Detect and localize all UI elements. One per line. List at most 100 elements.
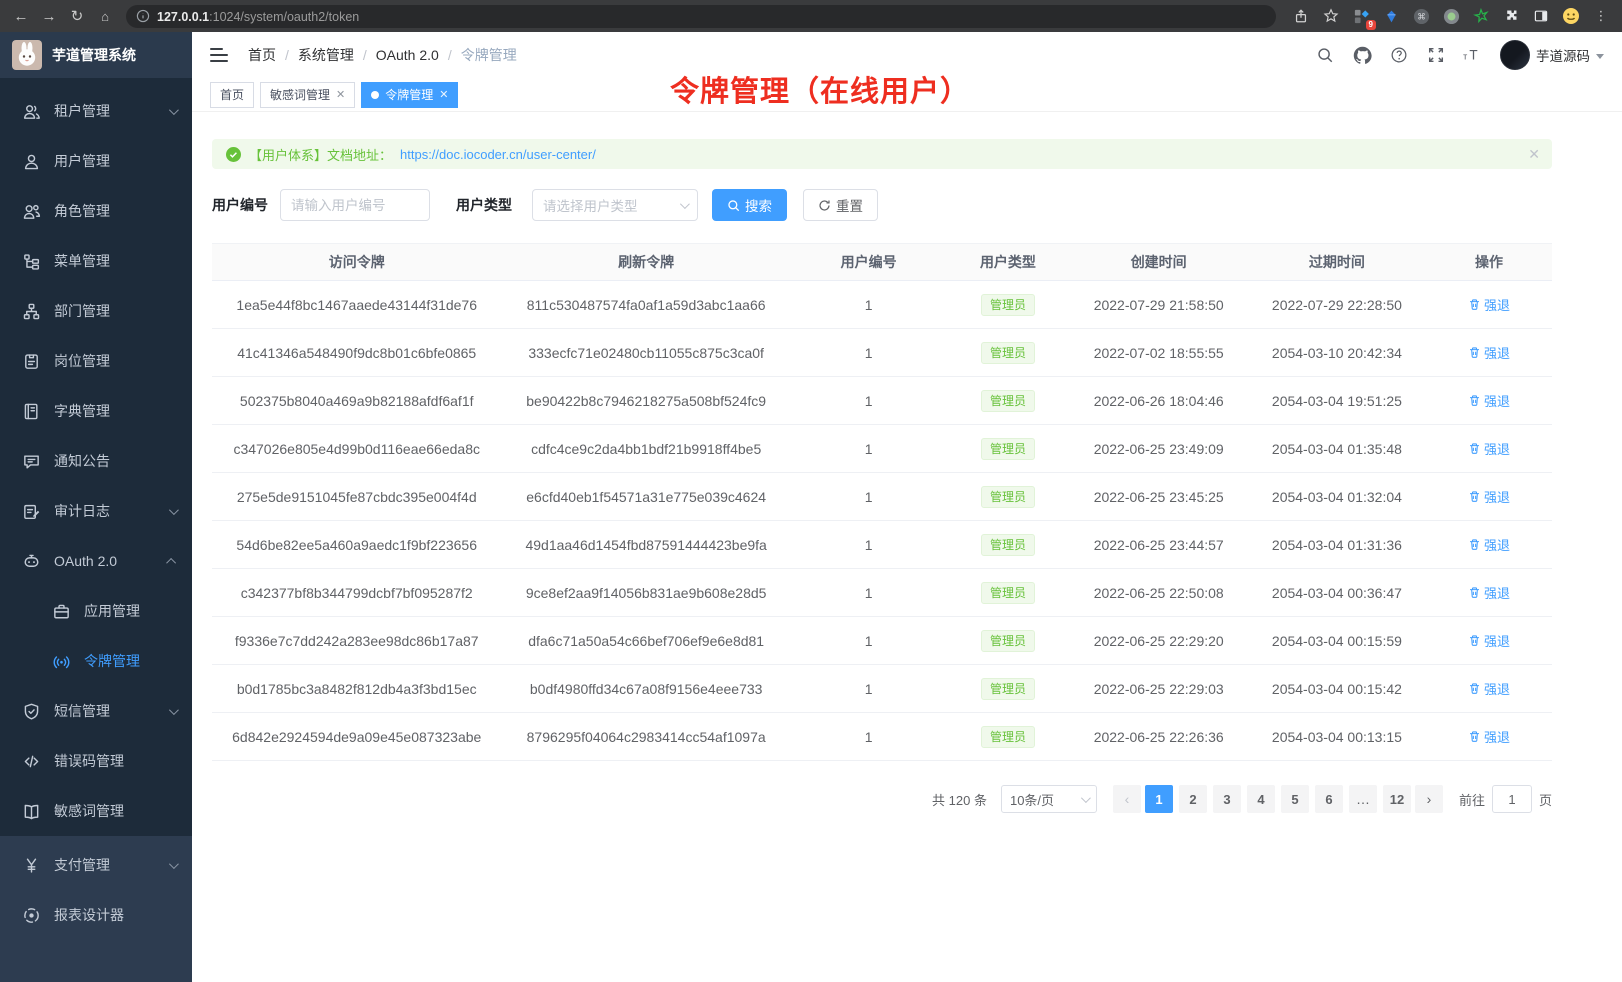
page-button-5[interactable]: 5 — [1281, 785, 1309, 813]
breadcrumb-oauth[interactable]: OAuth 2.0 — [376, 47, 439, 63]
tab-token-management[interactable]: 令牌管理✕ — [361, 82, 458, 108]
sidebar-item-错误码管理[interactable]: 错误码管理 — [0, 736, 192, 786]
sidebar-item-部门管理[interactable]: 部门管理 — [0, 286, 192, 336]
sidebar-item-应用管理[interactable]: 应用管理 — [0, 586, 192, 636]
collapse-sidebar-icon[interactable] — [210, 48, 228, 62]
logo-rabbit-icon — [12, 40, 42, 70]
fullscreen-icon[interactable] — [1426, 45, 1446, 65]
pay-yen-icon — [22, 856, 41, 875]
col-refresh-token: 刷新令牌 — [501, 244, 790, 281]
oauth-robot-icon — [22, 552, 41, 571]
sidebar-item-菜单管理[interactable]: 菜单管理 — [0, 236, 192, 286]
sidebar-item-用户管理[interactable]: 用户管理 — [0, 136, 192, 186]
page-button-2[interactable]: 2 — [1179, 785, 1207, 813]
search-icon[interactable] — [1315, 45, 1335, 65]
font-size-icon[interactable]: тT — [1463, 45, 1483, 65]
site-info-icon[interactable] — [136, 9, 150, 23]
force-logout-button[interactable]: 强退 — [1468, 583, 1510, 602]
app-logo[interactable]: 芋道管理系统 — [0, 32, 192, 78]
help-icon[interactable] — [1389, 45, 1409, 65]
sidebar-item-敏感词管理[interactable]: 敏感词管理 — [0, 786, 192, 836]
alert-close-icon[interactable]: ✕ — [1528, 146, 1540, 163]
record-extension-icon[interactable] — [1438, 4, 1464, 28]
force-logout-button[interactable]: 强退 — [1468, 535, 1510, 554]
svg-text:т: т — [1463, 52, 1467, 62]
table-row: 1ea5e44f8bc1467aaede43144f31de76 811c530… — [212, 281, 1552, 329]
page-button-12[interactable]: 12 — [1383, 785, 1411, 813]
browser-back-icon[interactable]: ← — [8, 4, 34, 28]
user-menu[interactable]: 芋道源码 — [1500, 40, 1604, 70]
reset-button[interactable]: 重置 — [803, 189, 878, 221]
address-bar[interactable]: 127.0.0.1:1024/system/oauth2/token — [126, 5, 1276, 28]
breadcrumb-home[interactable]: 首页 — [248, 45, 276, 65]
page-ellipsis-button[interactable]: … — [1349, 785, 1377, 813]
next-page-button[interactable]: › — [1415, 785, 1443, 813]
page-button-6[interactable]: 6 — [1315, 785, 1343, 813]
tab-home[interactable]: 首页 — [210, 82, 254, 108]
username: 芋道源码 — [1536, 45, 1590, 65]
browser-reload-icon[interactable]: ↻ — [64, 4, 90, 28]
force-logout-button[interactable]: 强退 — [1468, 391, 1510, 410]
gem-extension-icon[interactable] — [1378, 4, 1404, 28]
puzzle-extensions-icon[interactable] — [1498, 4, 1524, 28]
sidebar-item-报表设计器[interactable]: 报表设计器 — [0, 890, 192, 940]
profile-avatar-icon[interactable] — [1558, 4, 1584, 28]
page-button-1[interactable]: 1 — [1145, 785, 1173, 813]
doc-link[interactable]: https://doc.iocoder.cn/user-center/ — [400, 147, 596, 162]
trash-icon — [1468, 586, 1481, 599]
browser-forward-icon[interactable]: → — [36, 4, 62, 28]
svg-text:T: T — [1469, 48, 1477, 63]
access-token-value: 275e5de9151045fe87cbdc395e004f4d — [237, 489, 477, 505]
refresh-token-value: 9ce8ef2aa9f14056b831ae9b608e28d5 — [526, 585, 767, 601]
search-button[interactable]: 搜索 — [712, 189, 787, 221]
sidebar-item-短信管理[interactable]: 短信管理 — [0, 686, 192, 736]
share-icon[interactable] — [1288, 4, 1314, 28]
force-logout-button[interactable]: 强退 — [1468, 631, 1510, 650]
tab-sensitive-words[interactable]: 敏感词管理✕ — [260, 82, 355, 108]
force-logout-button[interactable]: 强退 — [1468, 679, 1510, 698]
user-id-input[interactable] — [280, 189, 430, 221]
expire-time-value: 2054-03-04 19:51:25 — [1272, 393, 1402, 409]
browser-menu-icon[interactable]: ⋮ — [1588, 4, 1614, 28]
page-button-4[interactable]: 4 — [1247, 785, 1275, 813]
prev-page-button[interactable]: ‹ — [1113, 785, 1141, 813]
sidebar-item-令牌管理[interactable]: 令牌管理 — [0, 636, 192, 686]
sidebar-item-label: 租户管理 — [54, 101, 110, 121]
org-chart-icon — [22, 302, 41, 321]
force-logout-button[interactable]: 强退 — [1468, 727, 1510, 746]
sidebar-item-label: 报表设计器 — [54, 905, 124, 925]
force-logout-button[interactable]: 强退 — [1468, 487, 1510, 506]
page-size-select[interactable]: 10条/页 — [1001, 785, 1097, 813]
close-icon[interactable]: ✕ — [439, 88, 448, 101]
sidebar-item-字典管理[interactable]: 字典管理 — [0, 386, 192, 436]
side-panel-icon[interactable] — [1528, 4, 1554, 28]
sidebar-item-租户管理[interactable]: 租户管理 — [0, 86, 192, 136]
sidebar-item-支付管理[interactable]: 支付管理 — [0, 840, 192, 890]
close-icon[interactable]: ✕ — [336, 88, 345, 101]
github-icon[interactable] — [1352, 45, 1372, 65]
page-button-3[interactable]: 3 — [1213, 785, 1241, 813]
force-logout-button[interactable]: 强退 — [1468, 295, 1510, 314]
menu-tree-icon — [22, 252, 41, 271]
breadcrumb-current: 令牌管理 — [461, 45, 517, 65]
command-extension-icon[interactable]: ⌘ — [1408, 4, 1434, 28]
user-type-select[interactable]: 请选择用户类型 — [532, 189, 698, 221]
user-type-badge: 管理员 — [981, 726, 1035, 748]
sidebar-item-审计日志[interactable]: 审计日志 — [0, 486, 192, 536]
sidebar-item-岗位管理[interactable]: 岗位管理 — [0, 336, 192, 386]
goto-page-input[interactable] — [1492, 785, 1532, 813]
force-logout-button[interactable]: 强退 — [1468, 439, 1510, 458]
browser-home-icon[interactable]: ⌂ — [92, 4, 118, 28]
extensions-cluster-icon[interactable]: 9 — [1348, 4, 1374, 28]
header-bar: 首页 / 系统管理 / OAuth 2.0 / 令牌管理 тT 芋道源码 — [192, 32, 1622, 78]
sidebar-item-通知公告[interactable]: 通知公告 — [0, 436, 192, 486]
breadcrumb-system[interactable]: 系统管理 — [298, 45, 354, 65]
sidebar-item-label: 用户管理 — [54, 151, 110, 171]
sidebar-item-OAuth 2.0[interactable]: OAuth 2.0 — [0, 536, 192, 586]
sidebar-item-角色管理[interactable]: 角色管理 — [0, 186, 192, 236]
force-logout-button[interactable]: 强退 — [1468, 343, 1510, 362]
table-row: c342377bf8b344799dcbf7bf095287f2 9ce8ef2… — [212, 569, 1552, 617]
trash-icon — [1468, 442, 1481, 455]
green-star-extension-icon[interactable] — [1468, 4, 1494, 28]
bookmark-star-icon[interactable] — [1318, 4, 1344, 28]
